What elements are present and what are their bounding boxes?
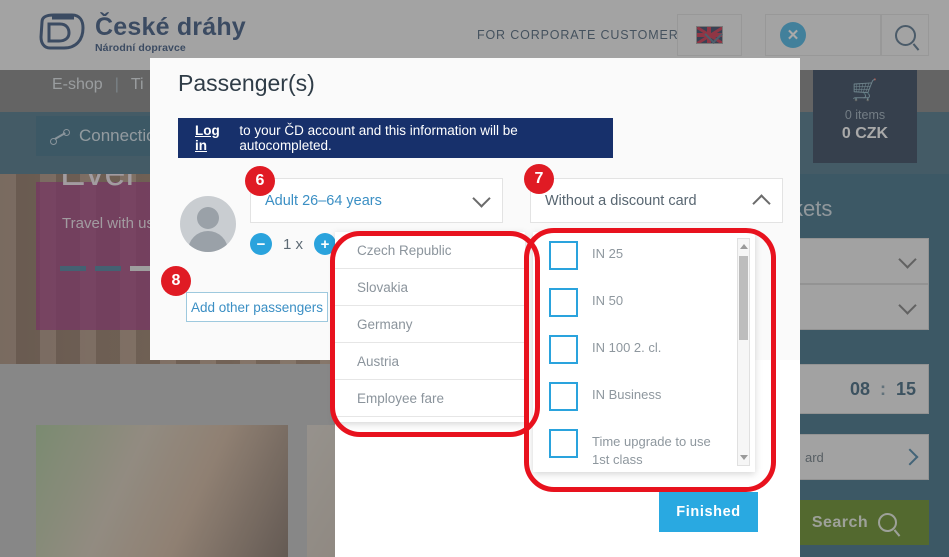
list-item[interactable]: Employee fare [335, 380, 525, 417]
nav-item-timetable[interactable]: Ti [131, 76, 144, 94]
time-hours[interactable]: 08 [844, 379, 876, 400]
side-panel-select-2[interactable] [792, 284, 929, 330]
checkbox[interactable] [549, 288, 578, 317]
shopping-cart-icon: 🛒 [851, 79, 879, 102]
departure-time-field[interactable]: 08 : 15 [792, 364, 929, 414]
list-item-label: IN 25 [592, 246, 624, 261]
list-item[interactable]: Austria [335, 343, 525, 380]
carousel-dot-1[interactable] [60, 266, 86, 271]
checkbox[interactable] [549, 335, 578, 364]
nav-separator: | [114, 76, 119, 93]
page-title: Passenger(s) [178, 70, 315, 96]
age-dropdown-list[interactable]: Czech Republic Slovakia Germany Austria … [335, 232, 525, 422]
language-chevron-wrap[interactable] [704, 25, 723, 46]
brand-subtitle: Národní dopravce [95, 42, 186, 54]
chevron-down-icon [898, 249, 917, 269]
close-icon: ✕ [780, 22, 806, 48]
carousel-dot-2[interactable] [95, 266, 121, 271]
header-search-button[interactable] [881, 14, 929, 56]
article-thumbnail-1[interactable] [36, 425, 288, 557]
close-banner-button[interactable]: ✕ [765, 14, 881, 56]
annotation-badge-6: 6 [245, 166, 275, 196]
list-item-label: IN Business [592, 387, 662, 402]
avatar [180, 196, 236, 252]
discount-card-value: Without a discount card [545, 192, 697, 209]
chevron-up-icon [752, 193, 771, 213]
list-item-label: IN 50 [592, 293, 624, 308]
add-other-passengers-button[interactable]: Add other passengers [186, 292, 328, 322]
nav-item-eshop[interactable]: E-shop [52, 76, 103, 94]
side-panel-select-1[interactable] [792, 238, 929, 284]
scroll-up-arrow-icon[interactable] [740, 244, 748, 249]
cart-total-price: 0 CZK [841, 125, 889, 142]
brand-title: České dráhy [95, 13, 246, 41]
decrement-button[interactable]: − [250, 233, 272, 255]
checkbox[interactable] [549, 382, 578, 411]
search-icon [878, 513, 898, 532]
discount-card-dropdown-list[interactable]: IN 25 IN 50 IN 100 2. cl. IN Business Ti… [533, 232, 755, 472]
corporate-customers-link[interactable]: FOR CORPORATE CUSTOMERS [477, 28, 688, 42]
passenger-age-select[interactable]: Adult 26–64 years [250, 178, 503, 223]
scrollbar-thumb[interactable] [739, 256, 748, 340]
main-nav-items: E-shop | Ti [52, 76, 144, 94]
age-option-list: Czech Republic Slovakia Germany Austria … [335, 232, 525, 417]
login-notice-bar: Log in to your ČD account and this infor… [178, 118, 613, 158]
chevron-down-icon [898, 295, 917, 315]
annotation-badge-8: 8 [161, 266, 191, 296]
checkbox[interactable] [549, 429, 578, 458]
scrollbar[interactable] [737, 238, 750, 466]
login-link[interactable]: Log in [195, 123, 235, 153]
chevron-down-icon [704, 25, 723, 44]
passenger-age-value: Adult 26–64 years [265, 192, 382, 209]
chevron-right-icon [901, 448, 919, 466]
list-item-label: IN 100 2. cl. [592, 340, 662, 355]
finished-button[interactable]: Finished [659, 492, 758, 532]
side-panel-discount-label: ard [805, 449, 824, 465]
list-item-label: Time upgrade to use 1st class [592, 434, 711, 467]
annotation-badge-7: 7 [524, 164, 554, 194]
checkbox[interactable] [549, 241, 578, 270]
cart-widget[interactable]: 🛒 0 items 0 CZK [813, 68, 917, 163]
list-item[interactable]: Time upgrade to use 1st class [533, 420, 755, 472]
increment-button[interactable]: + [314, 233, 337, 255]
passenger-quantity-stepper[interactable]: − 1 x + [250, 233, 337, 255]
cd-logo-icon [39, 13, 85, 50]
list-item[interactable]: Germany [335, 306, 525, 343]
discount-card-select[interactable]: Without a discount card [530, 178, 783, 223]
cart-item-count: 0 items [844, 108, 886, 122]
list-item[interactable]: IN 100 2. cl. [533, 326, 755, 373]
site-logo[interactable]: České dráhy Národní dopravce [38, 12, 246, 54]
search-button-label: Search [811, 513, 869, 531]
route-icon [50, 129, 70, 145]
search-button[interactable]: Search [780, 500, 929, 545]
banner-carousel-dots[interactable] [60, 266, 156, 271]
list-item[interactable]: Slovakia [335, 269, 525, 306]
side-panel-discount-field[interactable]: ard [792, 434, 929, 480]
list-item[interactable]: IN 50 [533, 279, 755, 326]
list-item[interactable]: IN Business [533, 373, 755, 420]
list-item[interactable]: IN 25 [533, 232, 755, 279]
passenger-count: 1 x [283, 235, 304, 253]
scroll-down-arrow-icon[interactable] [740, 455, 748, 460]
list-item[interactable]: Czech Republic [335, 232, 525, 269]
screenshot-stage: Ever been to Berlin? Travel with us from… [0, 0, 949, 557]
logo-text-block: České dráhy Národní dopravce [95, 12, 246, 54]
search-icon [894, 24, 916, 46]
time-minutes[interactable]: 15 [890, 379, 928, 400]
time-separator: : [879, 378, 886, 399]
login-notice-text: to your ČD account and this information … [239, 123, 518, 153]
chevron-down-icon [472, 189, 491, 208]
